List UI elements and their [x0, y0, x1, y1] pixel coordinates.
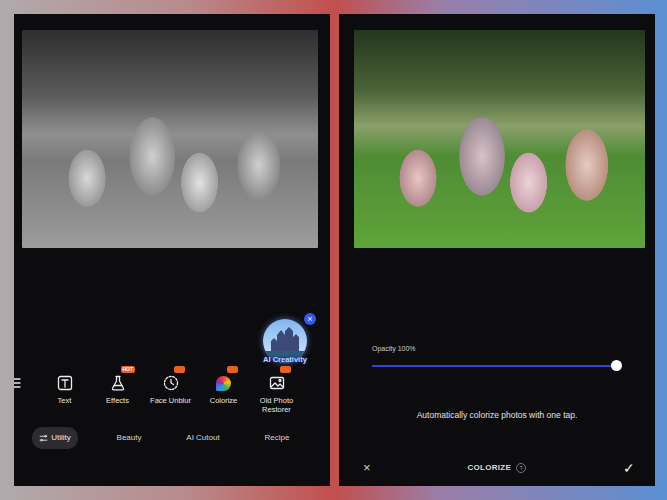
category-label: Recipe [265, 432, 290, 444]
tool-label: Face Unblur [150, 396, 191, 405]
category-label: AI Cutout [186, 432, 219, 444]
tool-item[interactable]: Colorize [197, 375, 250, 405]
category-tab[interactable]: AI Cutout [166, 426, 240, 450]
category-tab[interactable]: Utility [18, 426, 92, 450]
tool-icon-box [216, 375, 232, 391]
slider-thumb[interactable] [611, 360, 622, 371]
tool-icon-box [57, 375, 73, 391]
help-button[interactable]: ? [516, 463, 526, 473]
cancel-button[interactable]: × [363, 458, 371, 478]
tool-badge [227, 366, 238, 373]
image-icon [269, 375, 285, 391]
ai-creativity-button[interactable]: AI Creativity× [256, 319, 314, 365]
tool-title: COLORIZE? [467, 462, 526, 474]
badge-text: HOT [123, 366, 134, 372]
tool-badge: HOT [121, 366, 136, 373]
photo-frame [339, 14, 655, 248]
confirm-button[interactable]: ✓ [623, 458, 635, 479]
ai-creativity-label: AI Creativity [263, 354, 307, 365]
category-label: Utility [51, 432, 71, 444]
editor-screen: AI Creativity × Text HOT Effects Face Unblur C… [14, 14, 330, 486]
tool-label: Effects [106, 396, 129, 405]
photo [354, 30, 645, 248]
tool-label: Colorize [210, 396, 238, 405]
flask-icon [110, 375, 126, 391]
tool-strip[interactable]: Text HOT Effects Face Unblur Colorize Old Pho… [14, 375, 330, 414]
tool-badge [280, 366, 291, 373]
tool-item[interactable]: Face Unblur [144, 375, 197, 405]
tool-item[interactable]: Old Photo Restorer [250, 375, 303, 414]
menu-icon [14, 375, 38, 391]
close-button[interactable]: × [304, 313, 316, 325]
sliders-icon [39, 434, 48, 443]
hint-text: Automatically colorize photos with one t… [339, 409, 655, 422]
photo-frame [14, 14, 330, 248]
tool-item[interactable]: Text [38, 375, 91, 405]
category-pill: Utility [32, 427, 78, 449]
colorize-screen: Opacity 100% Automatically colorize photo… [339, 14, 655, 486]
tool-badge [174, 366, 185, 373]
ai-area: AI Creativity × [14, 248, 330, 375]
bottom-toolbar: × COLORIZE? ✓ [339, 456, 655, 486]
slider-fill [372, 365, 617, 367]
tool-icon-box [269, 375, 285, 391]
text-icon [57, 375, 73, 391]
category-bar[interactable]: Utility Beauty AI Cutout Recipe [14, 426, 330, 486]
title-text: COLORIZE [467, 462, 511, 474]
tool-icon-box: HOT [110, 375, 126, 391]
color-wheel-icon [216, 376, 231, 391]
opacity-control: Opacity 100% [339, 344, 655, 368]
tool-label: Text [58, 396, 72, 405]
face-unblur-icon [163, 375, 179, 391]
category-label: Beauty [117, 432, 142, 444]
category-tab[interactable]: Recipe [240, 426, 314, 450]
tool-icon-box [163, 375, 179, 391]
opacity-label: Opacity 100% [372, 344, 617, 355]
spacer [339, 248, 655, 344]
photo [22, 30, 318, 248]
tool-label: Old Photo Restorer [254, 396, 300, 414]
tool-item[interactable]: HOT Effects [91, 375, 144, 405]
category-tab[interactable]: Beauty [92, 426, 166, 450]
opacity-slider[interactable] [372, 365, 617, 367]
